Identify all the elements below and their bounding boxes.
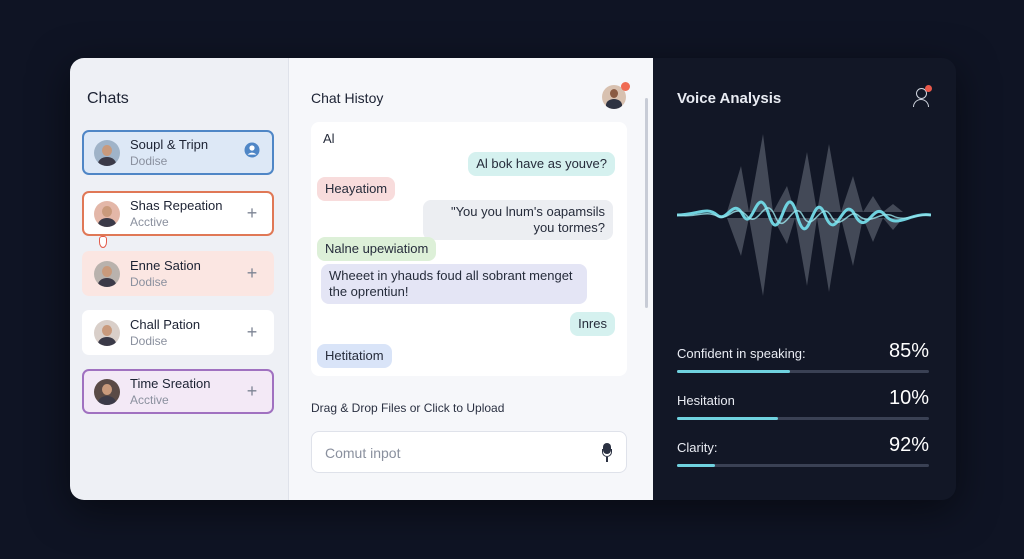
voice-title: Voice Analysis <box>677 90 782 107</box>
message-bubble: Al bok have as youve? <box>468 152 615 176</box>
metric-track <box>677 370 929 373</box>
upload-dropzone-label[interactable]: Drag & Drop Files or Click to Upload <box>311 401 504 415</box>
avatar <box>94 260 120 287</box>
contact-name: Shas Repeation <box>130 197 223 213</box>
chat-title: Chat Histoy <box>311 90 384 106</box>
metric-track <box>677 417 929 420</box>
metric-value: 92% <box>888 434 929 456</box>
metric-fill <box>677 370 791 373</box>
chat-history: Al Al bok have as youve? Heayatiom "You … <box>311 122 627 376</box>
plus-icon[interactable]: + <box>240 203 264 224</box>
message-bubble: Inres <box>570 312 615 336</box>
contact-item[interactable]: Shas Repeation Acctive + <box>82 191 274 236</box>
message-bubble: Al <box>323 131 335 146</box>
contact-name: Enne Sation <box>130 257 201 273</box>
contact-status: Dodise <box>130 274 168 289</box>
notification-dot <box>621 82 630 91</box>
contact-name: Soupl & Tripn <box>130 136 209 152</box>
contact-status: Dodise <box>130 333 168 348</box>
message-bubble: "You you lnum's oapamsils you tormes? <box>423 200 613 240</box>
chat-panel: Chat Histoy Al Al bok have as youve? Hea… <box>289 58 653 500</box>
voice-analysis-panel: Voice Analysis Confident in speaking: 85… <box>653 58 956 500</box>
user-profile-icon[interactable] <box>911 85 932 107</box>
contact-item[interactable]: Soupl & Tripn Dodise <box>82 130 274 175</box>
chat-input[interactable]: Comut inpot <box>311 431 627 473</box>
message-bubble: Nalne upewiatiom <box>317 237 437 261</box>
microphone-icon[interactable] <box>602 443 612 463</box>
metric-track <box>677 464 929 467</box>
contact-name: Chall Pation <box>130 316 201 332</box>
contact-item[interactable]: Time Sreation Acctive + <box>82 369 274 414</box>
chats-sidebar: Chats Soupl & Tripn Dodise Shas Repeatio… <box>70 58 289 500</box>
contact-status: Dodise <box>130 153 168 168</box>
avatar <box>94 200 120 227</box>
metric-fill <box>677 417 778 420</box>
input-placeholder: Comut inpot <box>325 445 401 461</box>
metric-value: 85% <box>888 340 929 362</box>
voice-waveform <box>677 134 931 296</box>
contact-status: Acctive <box>130 392 169 407</box>
app-window: Chats Soupl & Tripn Dodise Shas Repeatio… <box>70 58 956 500</box>
metric-fill <box>677 464 715 467</box>
avatar <box>94 378 120 405</box>
contact-status: Acctive <box>130 214 169 229</box>
metric-value: 10% <box>888 387 929 409</box>
message-bubble: Wheeet in yhauds foud all sobrant menget… <box>321 264 587 304</box>
message-bubble: Heayatiom <box>317 177 396 201</box>
sidebar-title: Chats <box>87 90 129 107</box>
contact-name: Time Sreation <box>130 375 211 391</box>
pin-icon <box>99 236 107 248</box>
plus-icon[interactable]: + <box>240 381 264 402</box>
metric-label: Clarity: <box>677 440 718 455</box>
scrollbar[interactable] <box>645 98 648 308</box>
avatar <box>94 139 120 166</box>
user-circle-icon[interactable] <box>240 142 264 163</box>
metric-label: Hesitation <box>677 393 735 408</box>
avatar <box>94 319 120 346</box>
message-bubble: Hetitatiom <box>317 344 392 368</box>
contact-item[interactable]: Chall Pation Dodise + <box>82 310 274 355</box>
contact-item[interactable]: Enne Sation Dodise + <box>82 251 274 296</box>
plus-icon[interactable]: + <box>240 322 264 343</box>
plus-icon[interactable]: + <box>240 263 264 284</box>
metric-label: Confident in speaking: <box>677 346 806 361</box>
